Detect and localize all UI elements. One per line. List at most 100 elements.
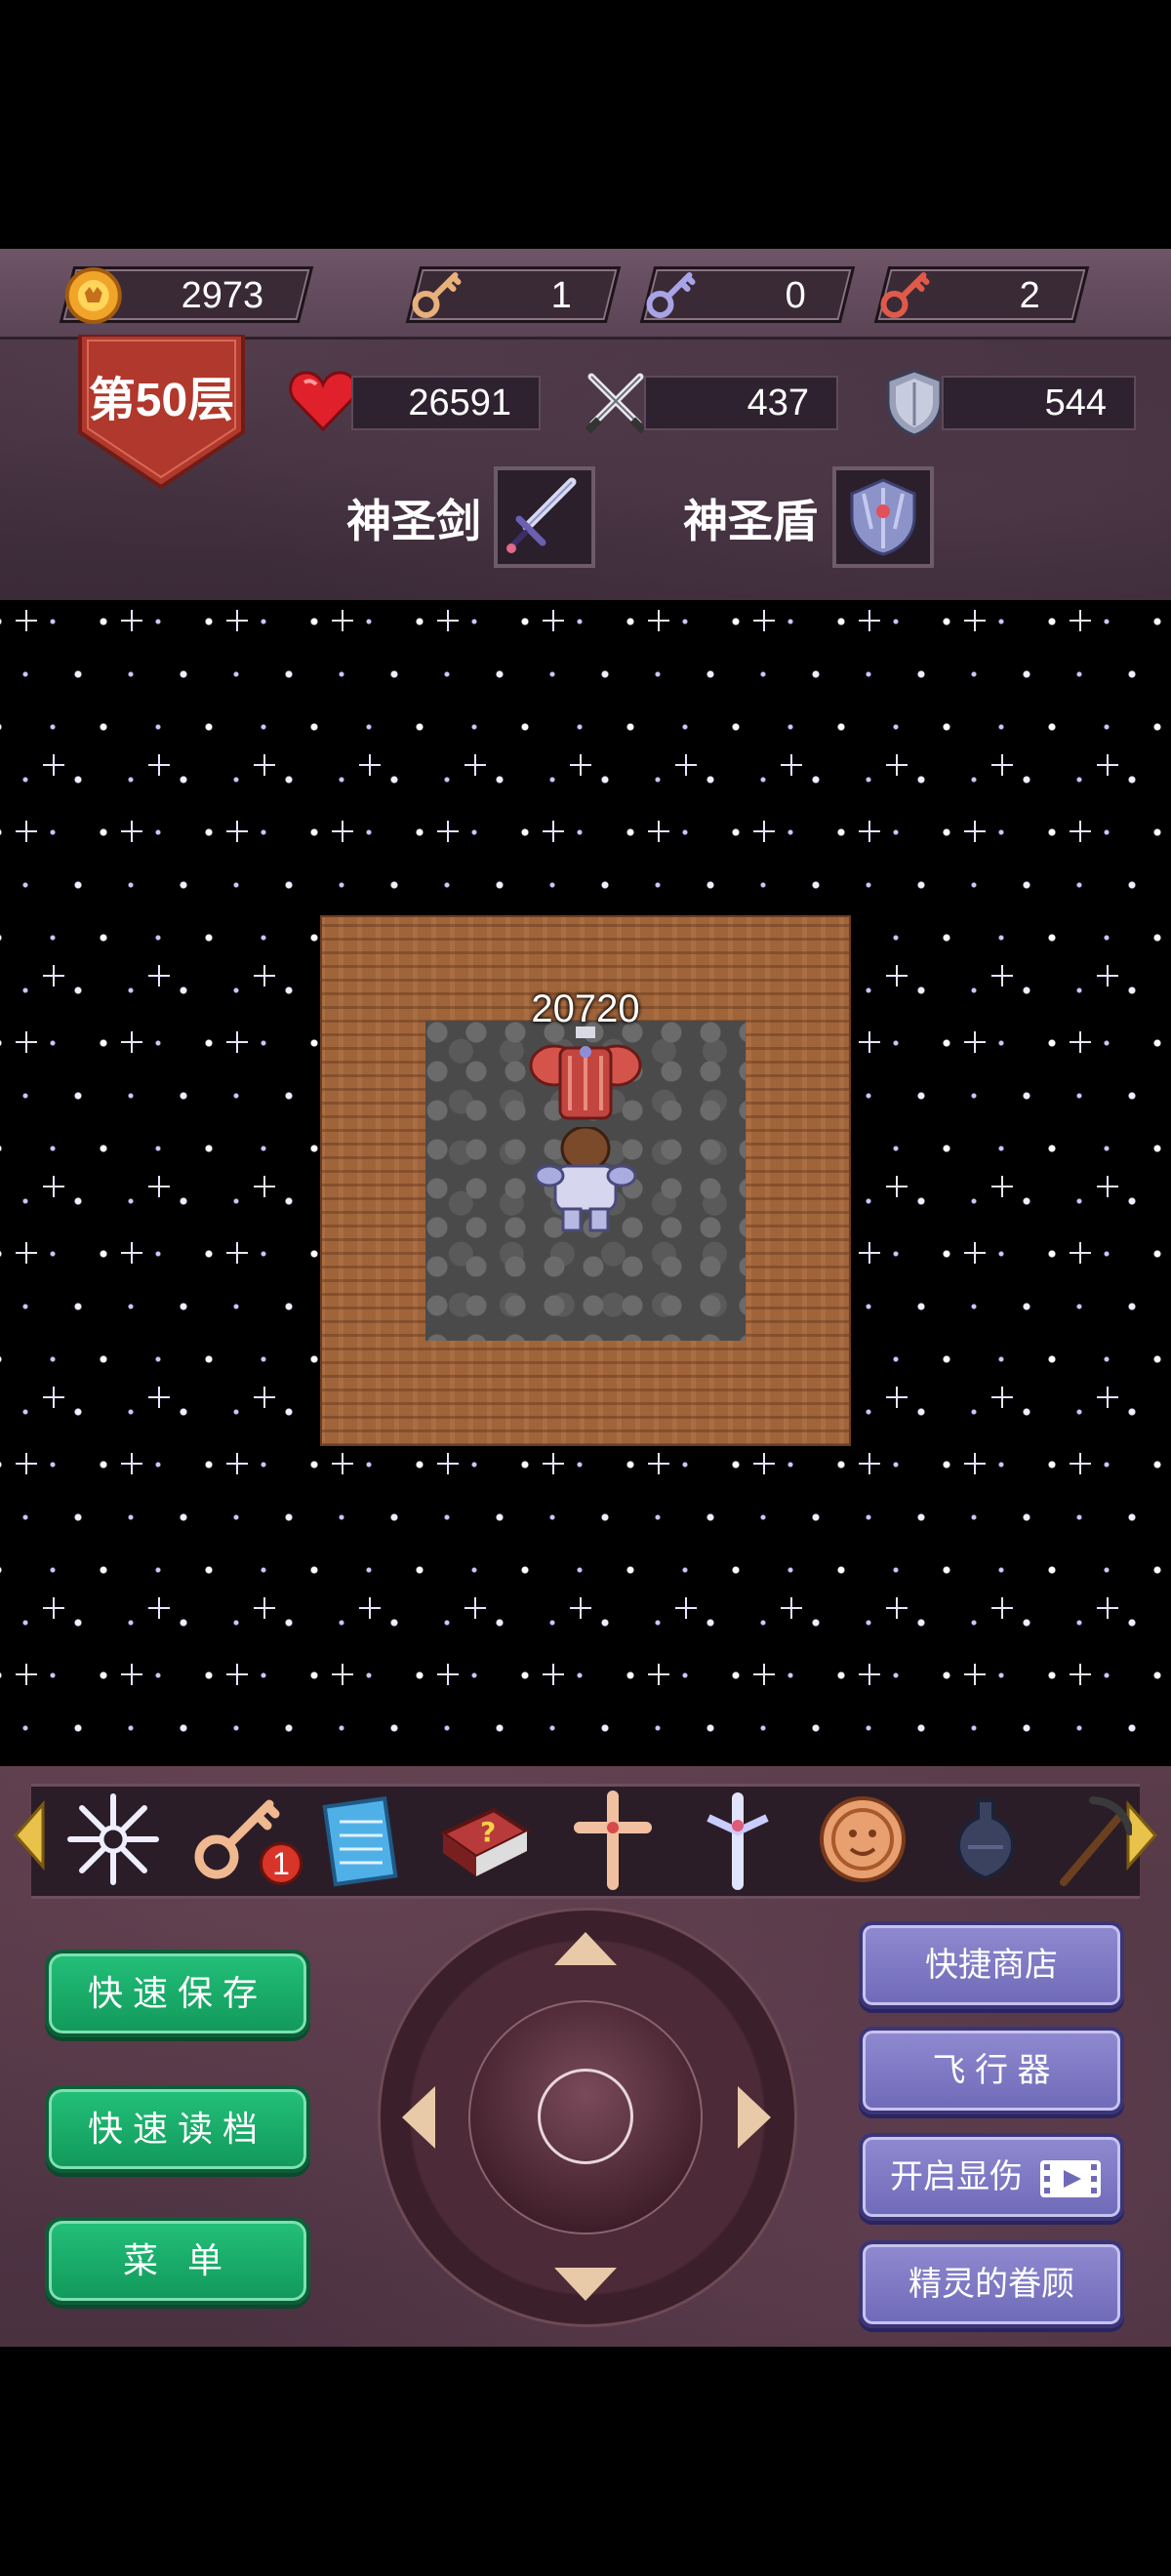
heart-icon <box>289 371 357 432</box>
star-icon <box>964 1453 986 1474</box>
star-icon <box>1097 1387 1118 1408</box>
star-icon <box>254 1597 275 1619</box>
star-icon <box>254 754 275 776</box>
snowflake-icon[interactable] <box>62 1789 164 1890</box>
star-icon <box>753 1664 775 1685</box>
star-icon <box>226 821 248 842</box>
star-icon <box>648 1664 669 1685</box>
star-icon <box>886 1387 908 1408</box>
star-icon <box>121 1242 142 1264</box>
star-icon <box>16 610 37 631</box>
star-icon <box>1097 754 1118 776</box>
star-icon <box>16 821 37 842</box>
hp-stat: 26591 <box>351 376 541 430</box>
holy-sword-icon <box>506 477 577 553</box>
resource-bar: 2973 1 0 2 <box>0 249 1171 340</box>
show-damage-button[interactable]: 开启显伤 <box>859 2133 1124 2221</box>
star-icon <box>43 1176 64 1197</box>
star-icon <box>570 754 591 776</box>
dpad-down-arrow[interactable] <box>552 2266 619 2303</box>
star-icon <box>359 1597 381 1619</box>
star-icon <box>886 1176 908 1197</box>
star-icon <box>148 1176 170 1197</box>
hero-sprite[interactable] <box>530 1127 641 1236</box>
star-icon <box>543 821 564 842</box>
star-icon <box>437 610 459 631</box>
star-icon <box>437 1453 459 1474</box>
monster-book-icon[interactable]: ? <box>433 1789 535 1890</box>
holy-sword-item-icon[interactable] <box>687 1789 788 1890</box>
star-icon <box>226 1453 248 1474</box>
star-icon <box>675 754 697 776</box>
star-icon <box>648 821 669 842</box>
star-icon <box>332 610 353 631</box>
star-icon <box>254 1176 275 1197</box>
vase-icon[interactable] <box>935 1789 1036 1890</box>
star-icon <box>964 610 986 631</box>
star-icon <box>991 965 1013 986</box>
star-icon <box>121 821 142 842</box>
coin-icon[interactable] <box>812 1789 913 1890</box>
attack-value: 437 <box>747 382 809 423</box>
floor-label: 第50层 <box>88 375 235 426</box>
cross-icon[interactable] <box>562 1789 664 1890</box>
star-icon <box>859 1242 880 1264</box>
star-icon <box>43 754 64 776</box>
star-icon <box>464 754 486 776</box>
star-icon <box>254 1387 275 1408</box>
hp-value: 26591 <box>408 382 511 423</box>
star-icon <box>543 1664 564 1685</box>
star-icon <box>437 1664 459 1685</box>
pickaxe-icon[interactable] <box>1054 1789 1132 1890</box>
star-icon <box>1070 1664 1091 1685</box>
dpad-up-arrow[interactable] <box>552 1930 619 1967</box>
blue-key-value: 0 <box>785 275 806 316</box>
star-icon <box>332 1453 353 1474</box>
star-icon <box>964 821 986 842</box>
attack-stat: 437 <box>644 376 838 430</box>
star-icon <box>964 1031 986 1053</box>
defense-stat: 544 <box>942 376 1136 430</box>
quick-shop-button[interactable]: 快捷商店 <box>859 1921 1124 2009</box>
star-icon <box>648 610 669 631</box>
star-icon <box>781 754 802 776</box>
star-icon <box>753 610 775 631</box>
holy-shield-icon <box>850 478 916 556</box>
key-count-badge: 1 <box>260 1842 303 1885</box>
svg-text:?: ? <box>480 1816 496 1848</box>
quick-load-button[interactable]: 快速读档 <box>45 2085 310 2173</box>
shield-label: 神圣盾 <box>683 496 818 546</box>
weapon-slot[interactable] <box>494 466 595 568</box>
menu-button[interactable]: 菜 单 <box>45 2217 310 2305</box>
dpad-left-arrow[interactable] <box>400 2084 437 2151</box>
star-icon <box>332 821 353 842</box>
yellow-key-icon <box>412 272 462 318</box>
show-damage-label: 开启显伤 <box>890 2158 1023 2195</box>
star-icon <box>148 1387 170 1408</box>
quick-save-button[interactable]: 快速保存 <box>45 1950 310 2037</box>
star-icon <box>1070 1242 1091 1264</box>
flyer-button[interactable]: 飞 行 器 <box>859 2027 1124 2114</box>
defense-value: 544 <box>1044 382 1107 423</box>
star-icon <box>648 1453 669 1474</box>
star-icon <box>543 1453 564 1474</box>
star-icon <box>886 754 908 776</box>
star-icon <box>675 1597 697 1619</box>
yellow-key-counter: 1 <box>405 266 622 323</box>
dpad-center-button[interactable] <box>538 2069 633 2164</box>
star-icon <box>859 1664 880 1685</box>
shield-slot[interactable] <box>832 466 934 568</box>
star-icon <box>570 1597 591 1619</box>
shield-icon <box>886 369 943 437</box>
item-bar-left-arrow[interactable] <box>12 1800 47 1871</box>
red-key-value: 2 <box>1019 275 1040 316</box>
dpad-right-arrow[interactable] <box>736 2084 773 2151</box>
crossed-swords-icon <box>585 373 647 434</box>
notepad-icon[interactable] <box>312 1789 414 1890</box>
red-key-icon <box>880 272 930 318</box>
fairy-favor-button[interactable]: 精灵的眷顾 <box>859 2240 1124 2328</box>
star-icon <box>991 754 1013 776</box>
star-icon <box>226 1242 248 1264</box>
enemy-sprite[interactable] <box>527 1026 644 1136</box>
star-icon <box>1097 965 1118 986</box>
